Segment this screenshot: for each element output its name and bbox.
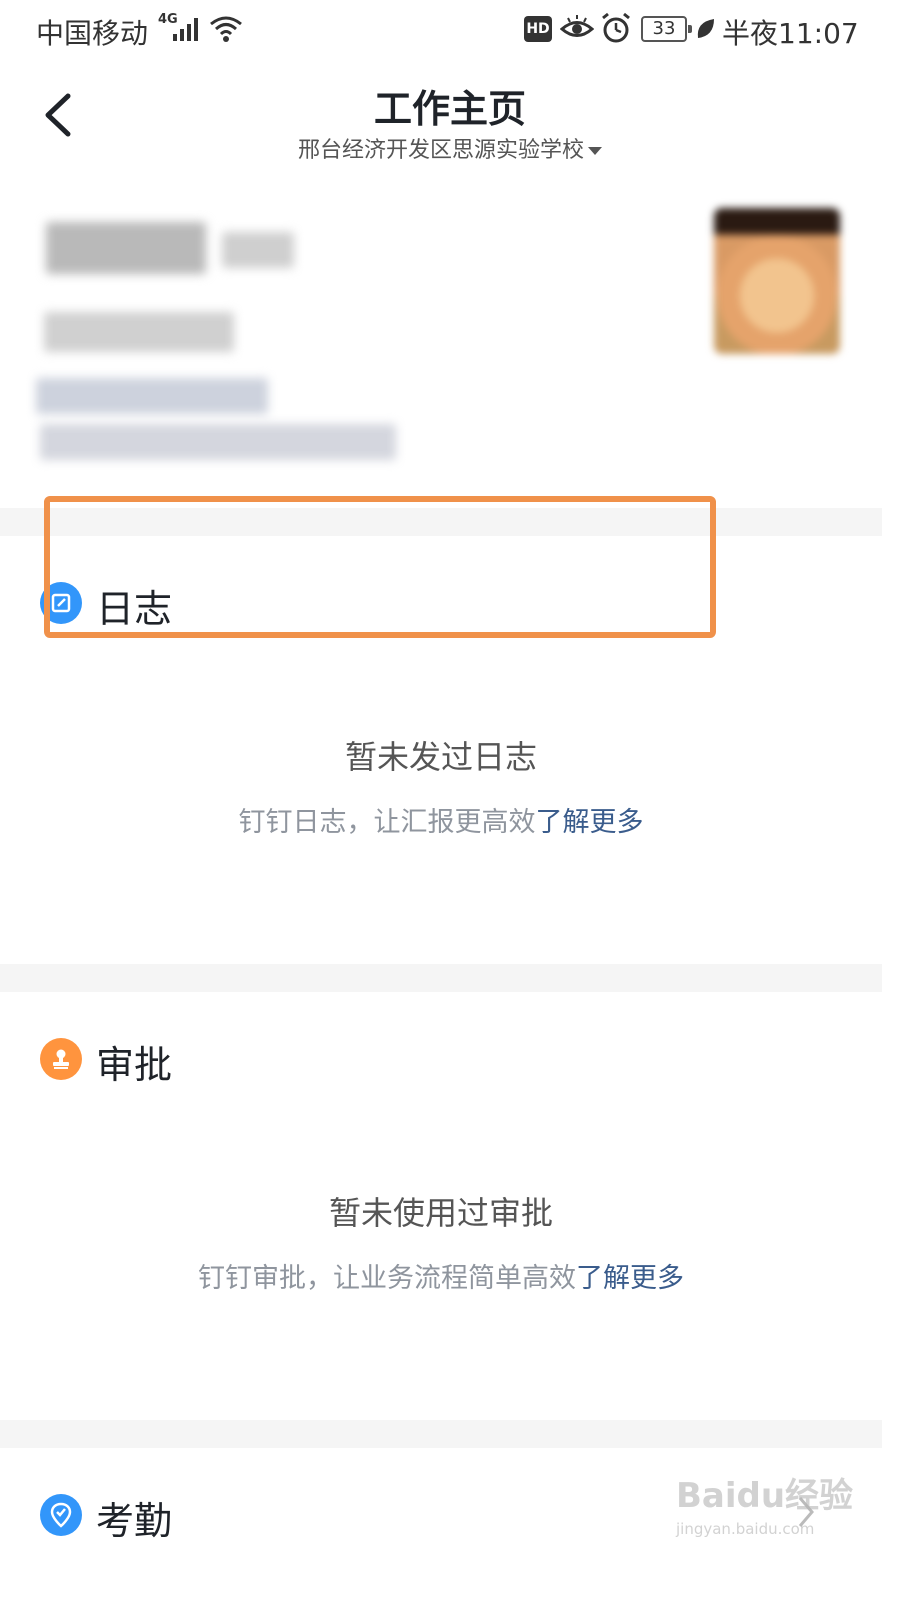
stamp-icon [53, 1049, 69, 1069]
attendance-section-title: 考勤 [96, 1499, 173, 1543]
wifi-icon [210, 16, 242, 42]
approval-empty-description: 钉钉审批，让业务流程简单高效了解更多 [0, 1256, 882, 1295]
section-divider [0, 964, 882, 992]
avatar[interactable] [714, 208, 840, 354]
location-check-icon [50, 1502, 72, 1528]
clock: 半夜11:07 [722, 17, 859, 50]
highlight-annotation-box [44, 496, 716, 638]
carrier-name: 中国移动 [36, 17, 149, 50]
status-bar: 中国移动 4G HD 33 半夜11:07 [0, 0, 900, 62]
section-divider [0, 1420, 882, 1448]
redacted-tag [222, 232, 294, 268]
baidu-watermark-url: jingyan.baidu.com [676, 1520, 815, 1538]
signal-icon [173, 18, 198, 41]
redacted-info-line [40, 424, 396, 460]
attendance-section-icon [40, 1494, 82, 1536]
alarm-icon [602, 12, 630, 43]
approval-section-title: 审批 [96, 1043, 173, 1087]
page-title: 工作主页 [373, 87, 526, 131]
log-empty-desc-text: 钉钉日志，让汇报更高效 [238, 807, 536, 838]
redacted-info-line [44, 312, 234, 352]
approval-empty-title: 暂未使用过审批 [328, 1194, 553, 1232]
eye-comfort-icon [560, 15, 594, 37]
battery-indicator: 33 [641, 16, 692, 42]
approval-empty-desc-text: 钉钉审批，让业务流程简单高效 [198, 1263, 576, 1294]
organization-name: 邢台经济开发区思源实验学校 [297, 138, 584, 163]
baidu-watermark: Baidu经验 [676, 1476, 854, 1516]
organization-selector[interactable]: 邢台经济开发区思源实验学校 [0, 132, 900, 164]
power-saving-leaf-icon [697, 19, 714, 38]
log-empty-title: 暂未发过日志 [344, 738, 537, 776]
approval-section-icon [40, 1038, 82, 1080]
redacted-name [46, 222, 206, 274]
approval-learn-more-link[interactable]: 了解更多 [576, 1263, 684, 1294]
log-empty-description: 钉钉日志，让汇报更高效了解更多 [0, 800, 882, 839]
caret-down-icon [588, 147, 602, 155]
redacted-info-line [36, 378, 268, 414]
hd-badge: HD [524, 16, 552, 42]
log-learn-more-link[interactable]: 了解更多 [536, 807, 644, 838]
